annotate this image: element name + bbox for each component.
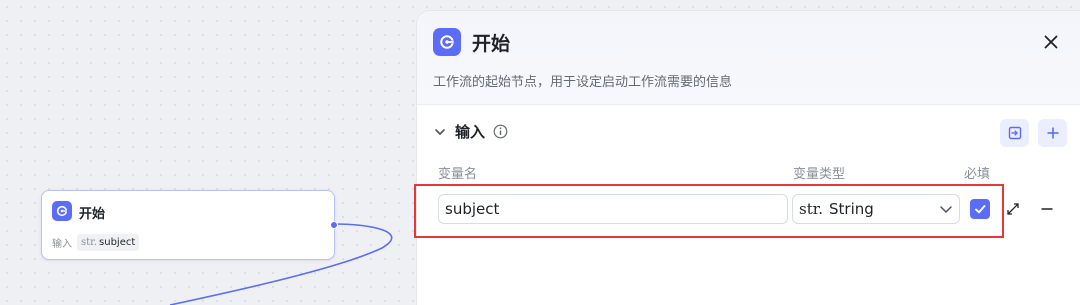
start-node-icon (52, 201, 72, 221)
chevron-down-icon (939, 202, 953, 216)
variable-type-select[interactable]: str. String (792, 194, 960, 224)
column-header-type: 变量类型 (793, 167, 846, 182)
minus-icon[interactable] (1039, 201, 1055, 217)
node-variable-name: subject (99, 237, 136, 248)
check-icon (975, 205, 986, 214)
input-section-title: 输入 (455, 123, 486, 141)
column-header-name: 变量名 (438, 167, 478, 182)
panel-title: 开始 (472, 33, 511, 55)
plus-icon[interactable] (1038, 119, 1067, 147)
node-input-row: 输入 str. subject (52, 234, 140, 251)
variable-name-input[interactable] (438, 194, 788, 224)
import-icon[interactable] (1000, 119, 1029, 147)
chevron-down-icon[interactable] (433, 125, 447, 139)
column-header-required: 必填 (964, 167, 991, 182)
start-node-icon (433, 28, 461, 56)
type-prefix: str. (799, 200, 824, 218)
node-type-prefix: str. (81, 237, 98, 248)
node-settings-panel: 开始 工作流的起始节点，用于设定启动工作流需要的信息 输入 变量名 变量类型 必… (414, 10, 1080, 305)
input-section-header[interactable]: 输入 (433, 121, 508, 142)
node-title: 开始 (79, 207, 106, 222)
node-input-label: 输入 (52, 239, 72, 250)
expand-icon[interactable] (1005, 201, 1021, 217)
node-variable-chip: str. subject (77, 234, 140, 251)
type-value: String (829, 200, 874, 218)
required-checkbox[interactable] (970, 199, 990, 219)
start-node-card[interactable]: 开始 输入 str. subject (41, 190, 338, 260)
output-handle[interactable] (330, 221, 338, 229)
close-icon[interactable] (1040, 31, 1062, 53)
info-icon[interactable] (493, 124, 508, 139)
panel-header: 开始 工作流的起始节点，用于设定启动工作流需要的信息 (417, 11, 1080, 105)
panel-description: 工作流的起始节点，用于设定启动工作流需要的信息 (433, 75, 733, 90)
